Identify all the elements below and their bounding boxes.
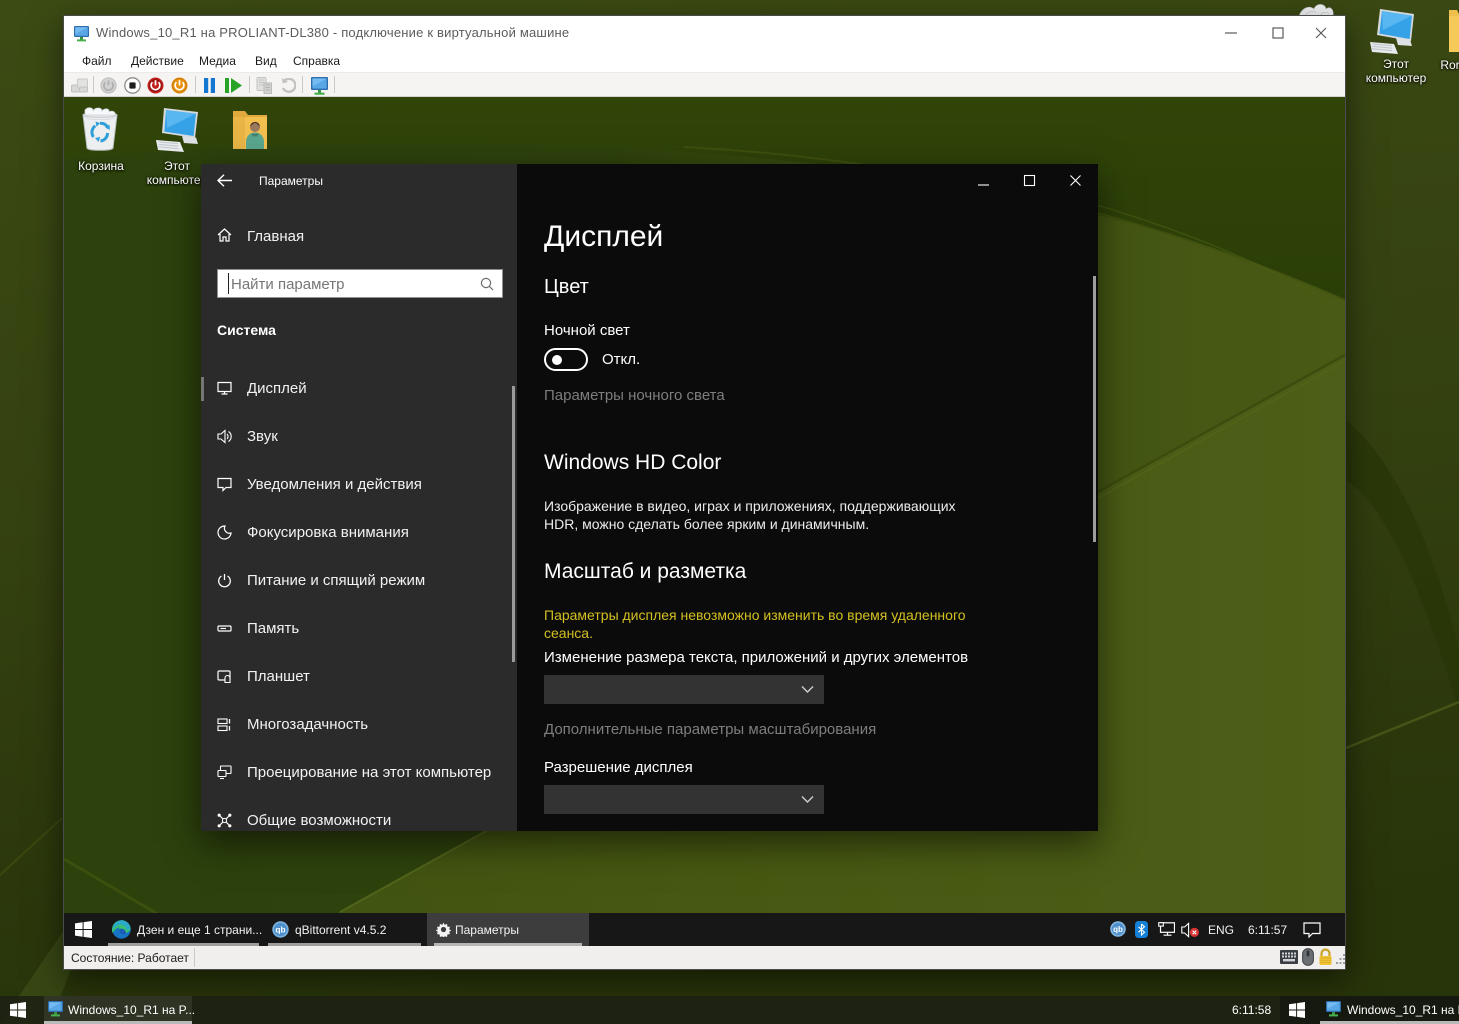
svg-text:qb: qb: [275, 925, 285, 935]
svg-text:qb: qb: [1113, 925, 1123, 934]
